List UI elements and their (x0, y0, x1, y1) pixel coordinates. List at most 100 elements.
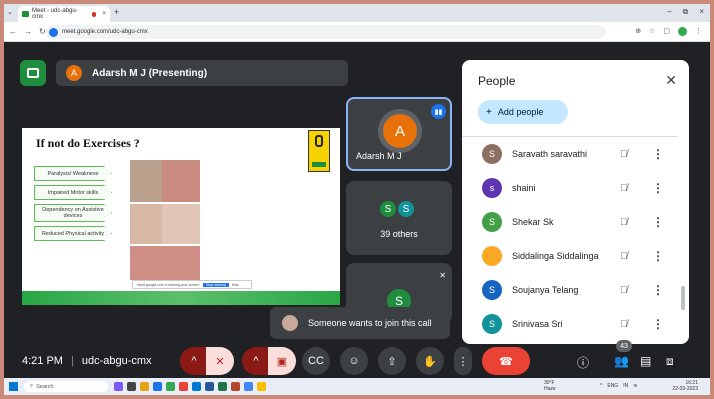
join-request-text: Someone wants to join this call (308, 318, 432, 328)
presenting-chip: A Adarsh M J (Presenting) (56, 60, 348, 86)
layout-button[interactable] (20, 60, 46, 86)
app-icon[interactable] (244, 382, 253, 391)
participant-avatar: s (482, 178, 502, 198)
minimize-button[interactable]: – (667, 7, 671, 17)
speaking-indicator-icon: ▮▮ (431, 104, 446, 119)
raise-hand-button[interactable]: ✋ (416, 347, 444, 375)
list-item[interactable]: S Srinivasa Sri 🎙̸ ⋮ (462, 307, 678, 341)
forward-icon[interactable]: → (24, 27, 32, 36)
tray-chevron-icon[interactable]: ^ (600, 383, 602, 389)
browser-tab-bar: ⌄ Meet - udc-abgu-cmx × + – ⧉ × (4, 4, 710, 22)
app-icon[interactable] (192, 382, 201, 391)
back-icon[interactable]: ← (9, 27, 17, 36)
taskbar-apps (114, 382, 266, 391)
chrome-icon[interactable] (166, 382, 175, 391)
zoom-icon[interactable]: ⊕ (635, 27, 641, 36)
app-icon[interactable] (179, 382, 188, 391)
taskbar-date: 22-03-2023 (672, 386, 698, 392)
speaker-tile[interactable]: A ▮▮ Adarsh M J (346, 97, 452, 171)
hide-button[interactable]: Hide (232, 283, 239, 287)
presenter-avatar: A (66, 65, 82, 81)
wifi-icon[interactable]: ≋ (633, 383, 637, 389)
app-icon[interactable] (127, 382, 136, 391)
participant-photo-avatar (482, 246, 502, 266)
chevron-up-icon: ^ (253, 355, 259, 367)
bookmark-star-icon[interactable]: ☆ (649, 27, 655, 36)
profile-avatar[interactable] (678, 27, 687, 36)
url-field[interactable]: meet.google.com/udc-abgu-cmx (46, 25, 606, 39)
browser-tab[interactable]: Meet - udc-abgu-cmx × (18, 6, 110, 22)
share-notice-text: meet.google.com is sharing your screen. (137, 282, 201, 287)
list-item[interactable]: S Shekar Sk 🎙̸ ⋮ (462, 205, 678, 239)
video-options-button[interactable]: ^ (242, 347, 270, 375)
more-options-button[interactable]: ⋮ (454, 347, 472, 375)
reactions-button[interactable]: ☺ (340, 347, 368, 375)
stop-sharing-button[interactable]: Stop sharing (203, 282, 229, 287)
camera-toggle-button[interactable]: ▣ (268, 347, 296, 375)
site-info-icon[interactable] (49, 27, 58, 37)
captions-button[interactable]: CC (302, 347, 330, 375)
close-icon[interactable]: ✕ (665, 72, 677, 89)
restore-button[interactable]: ⧉ (683, 7, 689, 17)
taskbar-search[interactable]: ⌕ Search (24, 381, 108, 392)
tab-title: Meet - udc-abgu-cmx (31, 8, 78, 20)
list-item[interactable]: s shaini 🎙̸ ⋮ (462, 171, 678, 205)
app-icon[interactable] (257, 382, 266, 391)
meeting-details-icon[interactable]: ⓘ (577, 354, 589, 371)
slide-photo (130, 160, 162, 202)
panel-scrollbar[interactable] (681, 286, 685, 310)
present-button[interactable]: ⇧ (378, 347, 406, 375)
participant-avatar: S (482, 144, 502, 164)
others-tile[interactable]: S S 39 others (346, 181, 452, 255)
menu-dots-icon[interactable]: ⋮ (695, 27, 702, 36)
new-tab-button[interactable]: + (114, 7, 119, 17)
activities-icon[interactable]: ⧈ (666, 354, 674, 369)
more-options-icon[interactable]: ⋮ (652, 317, 664, 331)
add-people-button[interactable]: + Add people (478, 100, 568, 124)
tab-close-icon[interactable]: × (102, 11, 106, 17)
mic-off-icon: 🎙̸ (620, 148, 628, 160)
close-window-button[interactable]: × (699, 7, 704, 17)
shared-screen-slide: If not do Exercises ? Paralysis/ Weaknes… (22, 128, 340, 305)
more-options-icon[interactable]: ⋮ (652, 147, 664, 161)
windows-start-icon[interactable] (9, 382, 18, 391)
app-icon[interactable] (114, 382, 123, 391)
participant-name: Shekar Sk (512, 217, 554, 227)
chat-icon[interactable]: ▤ (640, 354, 651, 368)
lang-indicator[interactable]: ENG (607, 383, 618, 389)
weather-widget[interactable]: 30°F Haze (544, 380, 556, 392)
taskbar-clock[interactable]: 16:21 22-03-2023 (672, 380, 698, 392)
layout-icon (27, 68, 39, 78)
mic-toggle-button[interactable]: ✕ (206, 347, 234, 375)
leave-call-button[interactable]: ☎ (482, 347, 530, 375)
word-icon[interactable] (205, 382, 214, 391)
mic-off-icon: 🎙̸ (620, 182, 628, 194)
list-item[interactable]: Siddalinga Siddalinga 🎙̸ ⋮ (462, 239, 678, 273)
chevron-up-icon: ^ (191, 355, 197, 367)
join-request-toast[interactable]: Someone wants to join this call (270, 307, 450, 339)
panel-title: People (478, 74, 516, 88)
more-options-icon[interactable]: ⋮ (652, 215, 664, 229)
sidepanel-icon[interactable]: ▢ (663, 27, 670, 36)
tab-search-icon[interactable]: ⌄ (7, 8, 13, 16)
participant-avatar: S (482, 212, 502, 232)
meeting-code: udc-abgu-cmx (81, 355, 152, 367)
powerpoint-icon[interactable] (231, 382, 240, 391)
more-options-icon[interactable]: ⋮ (652, 249, 664, 263)
reload-icon[interactable]: ↻ (39, 27, 46, 36)
folder-icon[interactable] (140, 382, 149, 391)
list-item[interactable]: S Saravath saravathi 🎙̸ ⋮ (462, 137, 678, 171)
people-icon[interactable]: 👥 (614, 354, 629, 368)
participant-name: Saravath saravathi (512, 149, 588, 159)
windows-taskbar: ⌕ Search 30°F Haze ^ ENG IN ≋ 16:21 22-0… (4, 378, 710, 395)
slide-photo (162, 204, 200, 244)
app-icon[interactable] (153, 382, 162, 391)
list-item[interactable]: S Soujanya Telang 🎙̸ ⋮ (462, 273, 678, 307)
present-screen-icon: ⇧ (387, 355, 397, 368)
audio-options-button[interactable]: ^ (180, 347, 208, 375)
mic-off-icon: ✕ (215, 355, 225, 368)
slide-photo (162, 160, 200, 202)
more-options-icon[interactable]: ⋮ (652, 181, 664, 195)
more-options-icon[interactable]: ⋮ (652, 283, 664, 297)
excel-icon[interactable] (218, 382, 227, 391)
